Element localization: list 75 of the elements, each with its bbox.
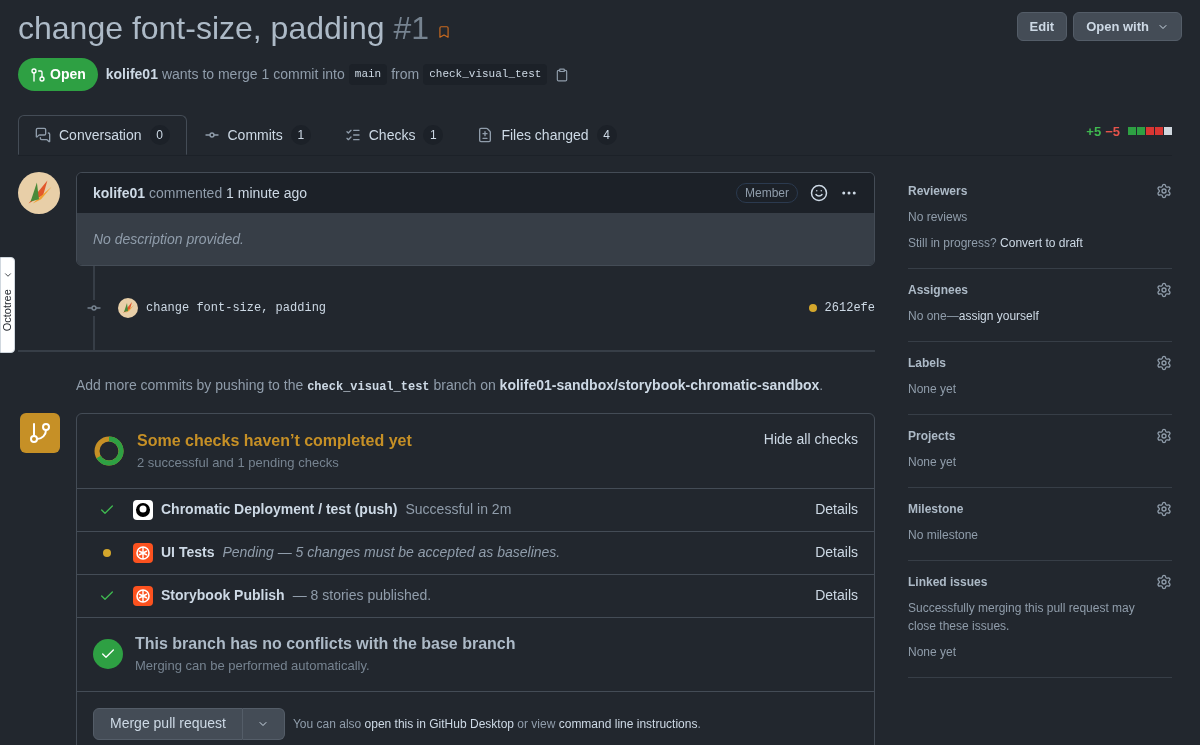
check-description: Pending — 5 changes must be accepted as baselines.: [222, 543, 561, 562]
tab[interactable]: Commits 1: [186, 115, 328, 155]
copy-icon[interactable]: [555, 67, 570, 82]
checks-subtitle: 2 successful and 1 pending checks: [137, 454, 340, 472]
sidebar-heading: Projects: [908, 428, 956, 445]
tab[interactable]: Checks 1: [327, 115, 461, 155]
check-name: Storybook Publish: [161, 586, 285, 605]
sidebar-text: Successfully merging this pull request may close these issues.: [908, 601, 1135, 633]
pull-request-icon: [30, 66, 46, 83]
checks-icon: [344, 127, 361, 143]
deletions-count: −5: [1105, 122, 1120, 141]
sidebar-link[interactable]: Convert to draft: [1000, 236, 1083, 250]
hide-checks-link[interactable]: Hide all checks: [763, 429, 858, 450]
merge-status-subtitle: Merging can be performed automatically.: [135, 657, 371, 676]
check-name: UI Tests: [161, 543, 215, 562]
additions-count: +5: [1086, 122, 1102, 141]
settings-icon[interactable]: [1156, 183, 1172, 199]
count-badge: 0: [149, 125, 170, 145]
avatar-icon: [118, 298, 138, 318]
sidebar-text: Still in progress?: [908, 236, 997, 250]
check-description: Successful in 2m: [405, 500, 512, 519]
branch-icon: [28, 421, 52, 445]
bookmark-icon[interactable]: [436, 25, 451, 39]
count-badge: 4: [596, 125, 617, 145]
sidebar-text: No milestone: [908, 528, 979, 542]
tab[interactable]: Files changed 4: [460, 115, 634, 155]
sidebar-text: None yet: [908, 645, 957, 659]
merge-hint: You can also open this in GitHub Desktop or view command line instructions.: [292, 715, 701, 733]
merge-button[interactable]: Merge pull request: [93, 707, 243, 740]
settings-icon[interactable]: [1156, 428, 1172, 444]
push-note: Add more commits by pushing to the check_visual_test branch on kolife01-sandbox/storybook-chromatic-sandbox.: [76, 376, 825, 396]
chevron-icon: [2, 270, 13, 280]
settings-icon[interactable]: [1156, 574, 1172, 590]
details-link[interactable]: Details: [815, 499, 858, 520]
sidebar-heading: Milestone: [908, 501, 964, 518]
sidebar-text: None yet: [908, 382, 957, 396]
open-state-badge: Open: [18, 58, 98, 91]
octotree-label: Octotree: [1, 289, 14, 332]
details-link[interactable]: Details: [815, 585, 858, 606]
files-icon: [477, 127, 494, 143]
app-logo-icon: [133, 542, 153, 563]
sidebar-text: None yet: [908, 455, 957, 469]
sidebar-text: No one—: [908, 309, 959, 323]
check-description: — 8 stories published.: [292, 586, 432, 605]
tab[interactable]: Conversation 0: [18, 115, 187, 155]
count-badge: 1: [423, 125, 444, 145]
settings-icon[interactable]: [1156, 501, 1172, 517]
comment-text: No description provided.: [93, 229, 244, 249]
emoji-icon[interactable]: [810, 184, 828, 202]
settings-icon[interactable]: [1156, 355, 1172, 371]
desktop-link[interactable]: open this in GitHub Desktop: [364, 716, 514, 731]
comment-meta: kolife01 commented 1 minute ago: [93, 183, 308, 203]
pr-title: change font-size, padding #1: [18, 9, 429, 48]
sidebar-heading: Labels: [908, 355, 946, 372]
header-button[interactable]: Open with: [1073, 12, 1182, 41]
settings-icon[interactable]: [1156, 282, 1172, 298]
check-name: Chromatic Deployment / test (push): [161, 500, 398, 519]
commit-sha[interactable]: 2612efe: [824, 299, 875, 317]
header-button[interactable]: Edit: [1016, 12, 1068, 41]
sidebar-heading: Reviewers: [908, 183, 968, 200]
octotree-tab[interactable]: Octotree: [0, 257, 15, 353]
sidebar-heading: Assignees: [908, 282, 969, 299]
commit-message[interactable]: change font-size, padding: [146, 299, 327, 317]
merge-summary: kolife01 wants to merge 1 commit into main from check_visual_test: [105, 64, 548, 85]
details-link[interactable]: Details: [815, 542, 858, 563]
sidebar-link[interactable]: assign yourself: [958, 309, 1039, 323]
conversation-icon: [35, 127, 51, 143]
avatar-icon: [18, 172, 60, 214]
count-badge: 1: [290, 125, 311, 145]
checks-title: Some checks haven’t completed yet: [137, 431, 412, 451]
sidebar-heading: Linked issues: [908, 574, 988, 591]
progress-ring-icon: [93, 434, 125, 467]
app-logo-icon: [133, 585, 153, 606]
sidebar-text: No reviews: [908, 210, 968, 224]
merge-status-title: This branch has no conflicts with the base branch: [135, 634, 516, 655]
